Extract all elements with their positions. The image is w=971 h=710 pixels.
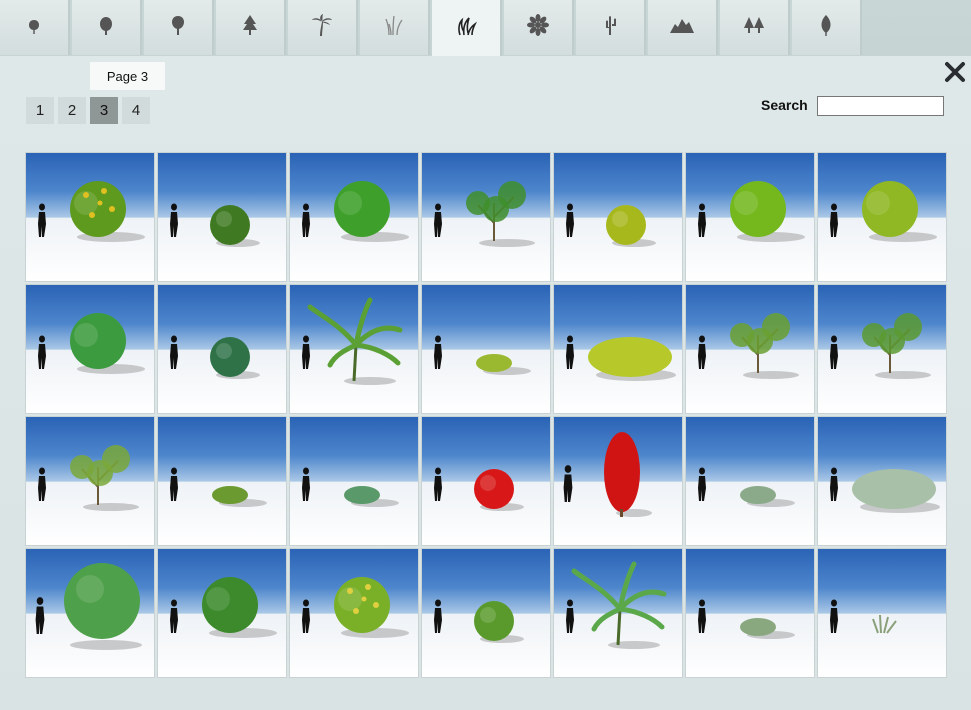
small-tree-icon [19, 10, 49, 45]
tab-shrub[interactable] [432, 0, 502, 57]
plant-thumbnail-low-fern-shrub[interactable] [158, 417, 286, 545]
plant-thumbnail-broad-leaf-shrub[interactable] [290, 153, 418, 281]
plant-thumbnail-green-clump-shrub[interactable] [26, 285, 154, 413]
grass-icon [379, 10, 409, 45]
plant-thumbnail-red-round-shrub[interactable] [422, 417, 550, 545]
page-button-2[interactable]: 2 [58, 97, 86, 124]
broadleaf-tree-icon [163, 10, 193, 45]
cactus-icon [595, 10, 625, 45]
plant-thumbnail-small-round-shrub[interactable] [158, 153, 286, 281]
tab-leaf[interactable] [792, 0, 862, 55]
plant-thumbnail-yellow-flower-shrub[interactable] [290, 549, 418, 677]
plant-thumbnail-tall-airy-shrub[interactable] [686, 285, 814, 413]
plant-thumbnail-low-yellow-shrub[interactable] [422, 285, 550, 413]
pagination: 1234 [26, 97, 150, 124]
plant-thumbnail-grey-green-groundcover[interactable] [290, 417, 418, 545]
plant-thumbnail-lime-bushy-shrub[interactable] [686, 153, 814, 281]
round-tree-icon [91, 10, 121, 45]
page-button-4[interactable]: 4 [122, 97, 150, 124]
palm-icon [307, 10, 337, 45]
search-input[interactable] [817, 96, 944, 116]
flower-icon [523, 10, 553, 45]
tab-cactus[interactable] [576, 0, 646, 55]
plant-thumbnail-red-columnar-shrub[interactable] [554, 417, 682, 545]
plant-thumbnail-yellow-flowering-shrub[interactable] [26, 153, 154, 281]
plant-thumbnail-dense-green-shrub[interactable] [158, 549, 286, 677]
plant-thumbnail-wide-yellow-shrub[interactable] [554, 285, 682, 413]
plant-thumbnail-yellow-green-shrub[interactable] [818, 153, 946, 281]
forest-icon [739, 10, 769, 45]
rocks-icon [667, 10, 697, 45]
tab-palm[interactable] [288, 0, 358, 55]
plant-thumbnail-dark-round-shrub[interactable] [158, 285, 286, 413]
tab-rocks[interactable] [648, 0, 718, 55]
plant-thumbnail-large-leafy-shrub[interactable] [26, 549, 154, 677]
plant-thumbnail-tiny-grass-tuft[interactable] [818, 549, 946, 677]
plant-thumbnail-arched-shrub[interactable] [818, 285, 946, 413]
search-label: Search [761, 97, 808, 113]
leaf-icon [811, 10, 841, 45]
tab-grass[interactable] [360, 0, 430, 55]
plant-thumbnail-sparse-leafy-shrub[interactable] [422, 153, 550, 281]
tab-forest[interactable] [720, 0, 790, 55]
page-button-3[interactable]: 3 [90, 97, 118, 124]
plant-thumbnail-silver-groundcover[interactable] [818, 417, 946, 545]
plant-thumbnail-small-sprout[interactable] [686, 417, 814, 545]
plant-thumbnail-compact-green-shrub[interactable] [422, 549, 550, 677]
tab-round-tree[interactable] [72, 0, 142, 55]
plant-thumbnail-banana-like-plant[interactable] [290, 285, 418, 413]
tab-broadleaf-tree[interactable] [144, 0, 214, 55]
page-button-1[interactable]: 1 [26, 97, 54, 124]
plant-thumbnail-grey-small-shrub[interactable] [686, 549, 814, 677]
shrub-icon [451, 11, 481, 46]
tab-small-tree[interactable] [0, 0, 70, 55]
conifer-icon [235, 10, 265, 45]
tab-flower[interactable] [504, 0, 574, 55]
page-label: Page 3 [90, 62, 165, 90]
plant-thumbnail-small-airy-shrub[interactable] [26, 417, 154, 545]
tab-conifer[interactable] [216, 0, 286, 55]
plant-thumbnail-yellow-ball-shrub[interactable] [554, 153, 682, 281]
category-tabbar [0, 0, 864, 57]
plant-thumbnail-yucca-like-plant[interactable] [554, 549, 682, 677]
close-icon[interactable] [943, 60, 967, 84]
